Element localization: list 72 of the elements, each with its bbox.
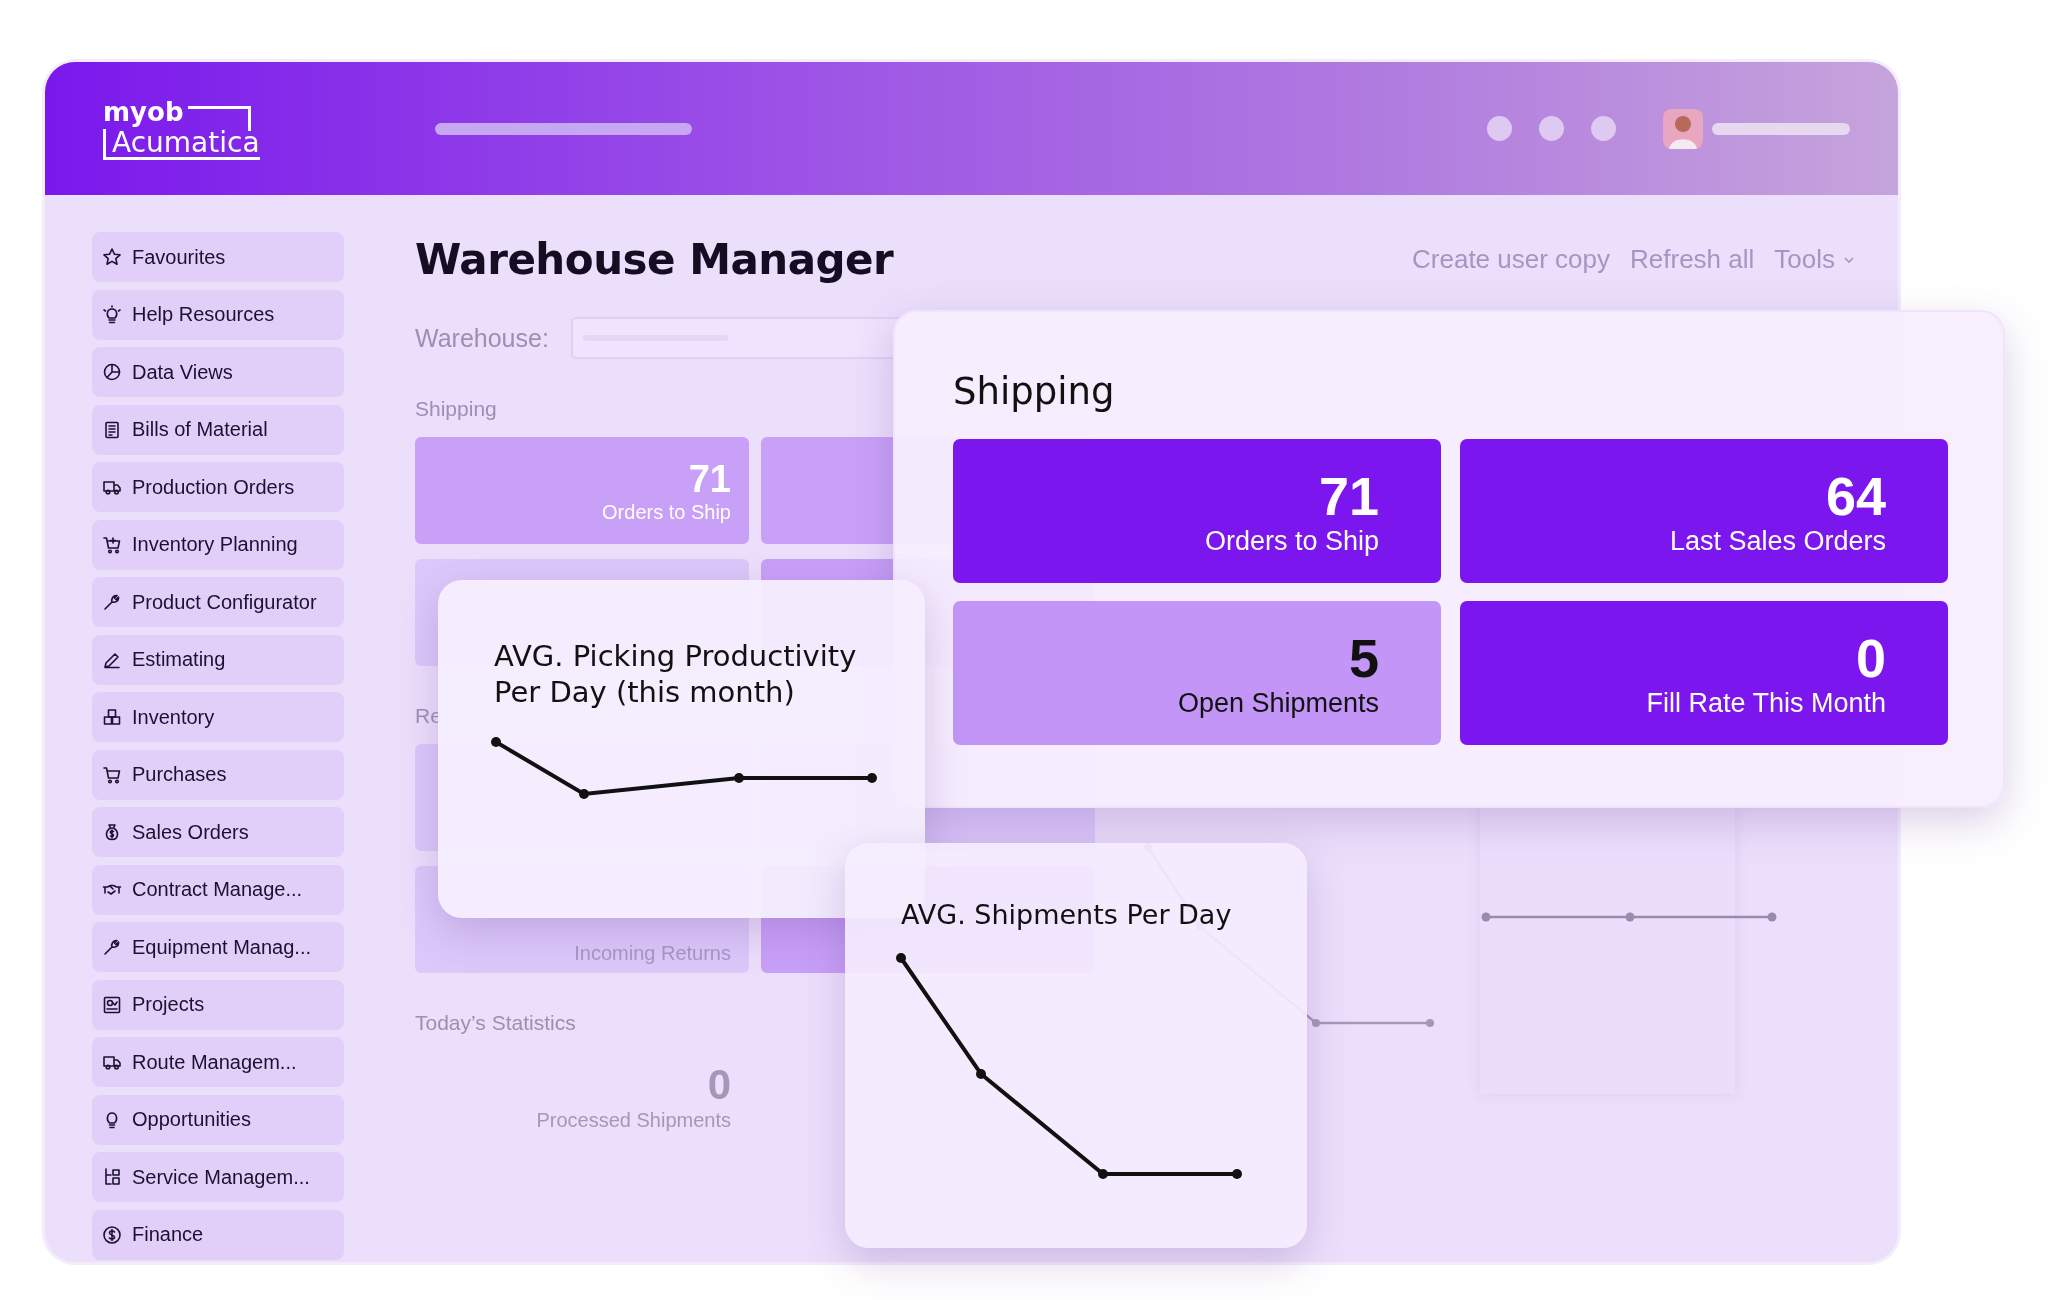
data-point bbox=[867, 773, 877, 783]
data-point bbox=[1232, 1169, 1242, 1179]
logo[interactable]: myob Acumatica bbox=[103, 97, 315, 160]
card-title: AVG. Picking Productivity Per Day (this month) bbox=[494, 638, 858, 710]
sidebar-item[interactable]: Route Managem... bbox=[92, 1037, 344, 1087]
tile-label: Incoming Returns bbox=[574, 942, 731, 965]
sidebar-item[interactable]: Favourites bbox=[92, 232, 344, 282]
data-point bbox=[491, 737, 501, 747]
data-point bbox=[1312, 1019, 1320, 1027]
tile-label: Last Sales Orders bbox=[1669, 525, 1886, 557]
data-point bbox=[1625, 912, 1635, 922]
tile-label: Fill Rate This Month bbox=[1646, 687, 1886, 719]
data-point bbox=[734, 773, 744, 783]
tile-value: 71 bbox=[1318, 465, 1379, 526]
dot-icon[interactable] bbox=[1539, 116, 1564, 141]
cart-icon bbox=[102, 764, 122, 785]
data-point bbox=[579, 789, 589, 799]
tile-value: 5 bbox=[1348, 627, 1379, 688]
data-point bbox=[1098, 1169, 1108, 1179]
tile-label: Orders to Ship bbox=[1204, 525, 1379, 557]
tile-label: Orders to Ship bbox=[602, 501, 731, 524]
stat-tile[interactable]: 71 Orders to Ship bbox=[953, 439, 1441, 583]
sidebar-item[interactable]: Data Views bbox=[92, 347, 344, 397]
card-title: Shipping bbox=[953, 370, 1116, 413]
data-point bbox=[1767, 912, 1777, 922]
tile-value: 0 bbox=[1855, 627, 1886, 688]
sidebar-item[interactable]: Inventory bbox=[92, 692, 344, 742]
lightbulb-icon bbox=[102, 304, 122, 325]
sidebar-item[interactable]: Projects bbox=[92, 979, 344, 1030]
dot-icon[interactable] bbox=[1591, 116, 1616, 141]
sidebar-item[interactable]: Production Orders bbox=[92, 462, 344, 512]
layout-icon bbox=[102, 1167, 122, 1187]
document-icon bbox=[102, 419, 122, 440]
sidebar-item[interactable]: Finance bbox=[92, 1209, 344, 1260]
sidebar-item[interactable]: Purchases bbox=[92, 749, 344, 800]
sidebar-item[interactable]: Contract Manage... bbox=[92, 864, 344, 915]
dot-icon[interactable] bbox=[1487, 116, 1512, 141]
stat-tile[interactable]: 0 Fill Rate This Month bbox=[1460, 601, 1948, 745]
sidebar-item[interactable]: Estimating bbox=[92, 634, 344, 685]
boxes-icon bbox=[102, 707, 122, 727]
tile-label: Open Shipments bbox=[1177, 687, 1379, 719]
cart-icon bbox=[102, 534, 122, 555]
stat-tile[interactable]: 64 Last Sales Orders bbox=[1460, 439, 1948, 583]
sidebar-item[interactable]: Service Managem... bbox=[92, 1152, 344, 1202]
section-label: Today’s Statistics bbox=[415, 1011, 576, 1035]
sidebar-item[interactable]: Inventory Planning bbox=[92, 519, 344, 570]
avatar[interactable] bbox=[1663, 108, 1703, 149]
data-point bbox=[1481, 912, 1491, 922]
stat-value: 0 bbox=[707, 1061, 731, 1109]
card-title: AVG. Shipments Per Day bbox=[901, 899, 1233, 930]
field-label: Warehouse: bbox=[415, 323, 549, 353]
page-title: Warehouse Manager bbox=[415, 235, 894, 284]
data-point bbox=[1426, 1019, 1434, 1027]
tile-value: 71 bbox=[688, 458, 731, 501]
sidebar-item[interactable]: Equipment Manag... bbox=[92, 922, 344, 972]
data-point bbox=[896, 953, 906, 963]
wrench-icon bbox=[102, 592, 122, 612]
wrench-icon bbox=[102, 937, 122, 957]
sidebar-item[interactable]: Product Configurator bbox=[92, 577, 344, 627]
stat-tile[interactable]: 5 Open Shipments bbox=[953, 601, 1441, 745]
stat-label: Processed Shipments bbox=[536, 1109, 731, 1132]
pie-chart-icon bbox=[102, 362, 122, 382]
document-icon bbox=[102, 994, 122, 1015]
sidebar-item[interactable]: Help Resources bbox=[92, 289, 344, 340]
dollar-icon bbox=[102, 1224, 122, 1245]
sidebar-item[interactable]: Bills of Material bbox=[92, 404, 344, 455]
star-icon bbox=[102, 247, 122, 267]
sidebar-item[interactable]: Sales Orders bbox=[92, 807, 344, 857]
tile-value: 64 bbox=[1825, 465, 1886, 526]
section-label: Shipping bbox=[415, 397, 497, 421]
data-point bbox=[976, 1069, 986, 1079]
sidebar-item[interactable]: Opportunities bbox=[92, 1094, 344, 1145]
